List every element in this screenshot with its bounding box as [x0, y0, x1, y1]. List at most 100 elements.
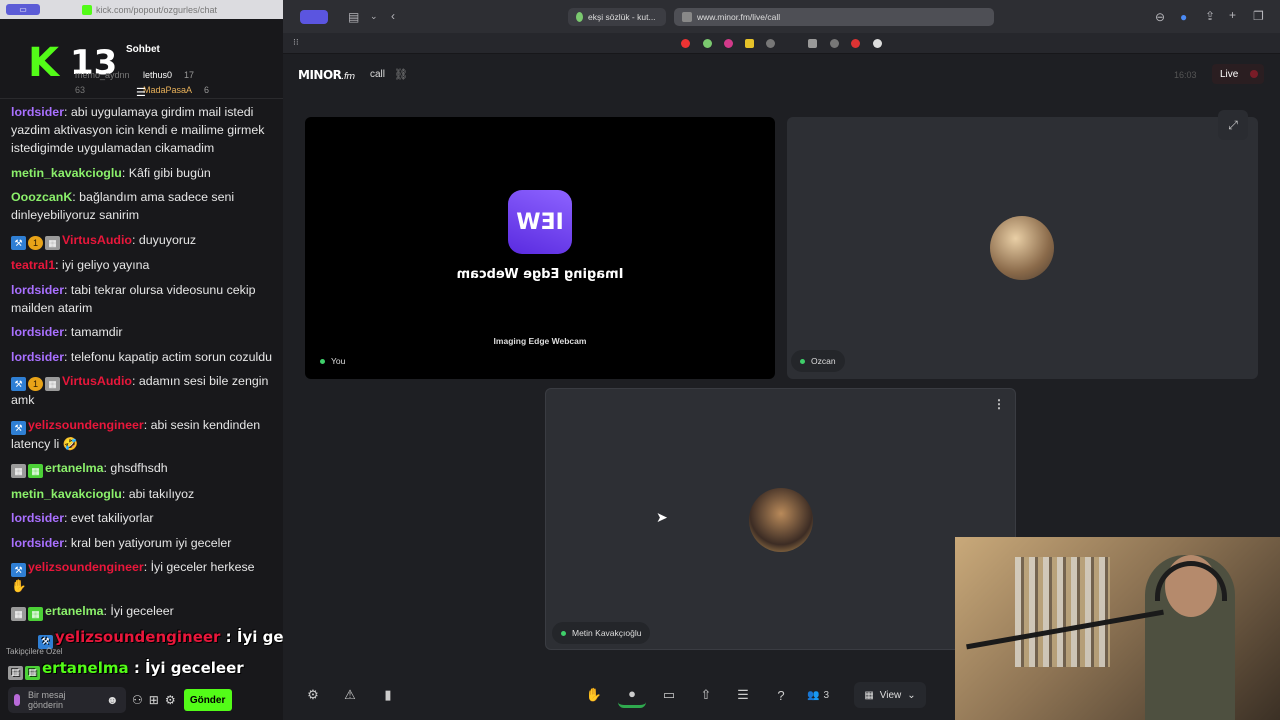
chat-icon[interactable]: ☰: [729, 682, 757, 708]
chat-username[interactable]: VirtusAudio: [62, 233, 132, 247]
youtube-bookmark-icon[interactable]: [681, 39, 690, 48]
browser-sidebar-button[interactable]: [300, 10, 328, 24]
more-options-icon[interactable]: ⋮: [993, 397, 1005, 411]
streamer-webcam: [955, 537, 1280, 720]
chat-username[interactable]: lordsider: [11, 536, 64, 550]
copy-link-icon[interactable]: ⛓: [394, 68, 408, 81]
send-button[interactable]: Gönder: [183, 689, 232, 711]
chat-username[interactable]: yelizsoundengineer: [28, 560, 144, 574]
chat-username[interactable]: lordsider: [11, 350, 64, 364]
warning-icon[interactable]: ⚠: [336, 682, 364, 708]
room-name: call: [370, 69, 386, 80]
chat-username[interactable]: lordsider: [11, 511, 64, 525]
fullscreen-expand-icon[interactable]: ⤢: [1218, 110, 1248, 140]
bookshelf-background: [1015, 557, 1110, 667]
bookmark-icon[interactable]: [851, 39, 860, 48]
chat-username[interactable]: VirtusAudio: [62, 374, 132, 388]
instagram-bookmark-icon[interactable]: [724, 39, 733, 48]
chat-username[interactable]: yelizsoundengineer: [28, 418, 144, 432]
view-layout-button[interactable]: ▦ View ⌄: [854, 682, 926, 708]
globe-bookmark-icon[interactable]: [830, 39, 839, 48]
emoji-icon[interactable]: ☻: [106, 694, 119, 706]
chevron-down-icon: ⌄: [907, 689, 916, 701]
chat-username[interactable]: metin_kavakcioglu: [11, 166, 122, 180]
chat-username[interactable]: ertanelma: [45, 604, 104, 618]
chat-url-bar[interactable]: kick.com/popout/ozgurles/chat: [82, 4, 217, 15]
download-icon[interactable]: ⊖: [1155, 10, 1165, 24]
active-dot-icon: [320, 358, 325, 364]
video-tile-ozcan[interactable]: Ozcan: [787, 117, 1258, 379]
back-arrow-icon[interactable]: ‹: [391, 9, 395, 23]
help-icon[interactable]: ?: [767, 682, 795, 708]
chat-username[interactable]: lordsider: [11, 325, 64, 339]
bookmark-icon[interactable]: [873, 39, 882, 48]
chevron-down-icon[interactable]: ⌄: [370, 11, 378, 22]
top-user-name[interactable]: MadaPasaA: [143, 85, 192, 95]
grid-icon: ▦: [864, 689, 874, 701]
new-tab-icon[interactable]: +: [1229, 8, 1236, 22]
active-dot-icon: [561, 630, 566, 636]
mic-icon[interactable]: [14, 694, 20, 706]
share-icon[interactable]: ⇪: [1205, 9, 1215, 23]
chat-username[interactable]: ertanelma: [45, 461, 104, 475]
chat-text: : kral ben yatiyorum iyi geceler: [64, 535, 232, 550]
expand-supporters-icon[interactable]: ☰: [136, 86, 146, 99]
gift-badge-icon: ▦: [45, 377, 60, 391]
raise-hand-icon[interactable]: ✋: [580, 682, 608, 708]
gift-badge-icon: ▦: [11, 606, 26, 621]
tab-eksi[interactable]: ekşi sözlük - kut...: [568, 8, 666, 26]
chat-text: : İyi geceleer: [103, 603, 174, 618]
globe-bookmark-icon[interactable]: [766, 39, 775, 48]
chat-message-input[interactable]: Bir mesaj gönderin ☻: [8, 687, 126, 713]
avatar: [990, 216, 1054, 280]
chat-username[interactable]: lordsider: [11, 105, 64, 119]
top-user-count: 6: [204, 85, 210, 95]
extension-icon[interactable]: ●: [1180, 10, 1187, 24]
minor-logo[interactable]: MINOR.fm: [298, 68, 355, 82]
participant-name: Metin Kavakçıoğlu: [572, 628, 642, 638]
chat-username[interactable]: OoozcanK: [11, 190, 72, 204]
chat-username[interactable]: lordsider: [11, 283, 64, 297]
chat-username[interactable]: metin_kavakcioglu: [11, 487, 122, 501]
chat-text: : telefonu kapatip actim sorun cozuldu: [64, 349, 273, 364]
bookmark-icon[interactable]: [745, 39, 754, 48]
screen-share-icon[interactable]: ⇧: [692, 682, 720, 708]
gift-icon[interactable]: ⊞: [149, 693, 159, 707]
settings-gear-icon[interactable]: ⚙: [299, 682, 327, 708]
video-tile-metin[interactable]: ⋮ Metin Kavakçıoğlu: [545, 388, 1016, 650]
mouse-cursor-icon: ➤: [656, 509, 668, 525]
chat-text: : Kâfi gibi bugün: [121, 165, 211, 180]
browser-toolbar: ▤ ⌄ ‹ ekşi sözlük - kut... www.minor.fm/…: [283, 0, 1280, 33]
participant-count: 3: [823, 689, 830, 701]
sidebar-layout-icon[interactable]: ▤: [348, 10, 359, 24]
chat-text: : iyi geliyo yayına: [55, 258, 150, 272]
chat-username[interactable]: teatral1: [11, 258, 55, 272]
sword-badge-icon: ⚒: [11, 563, 26, 577]
video-tile-you[interactable]: IEW Imaging Edge Webcam Imaging Edge Web…: [305, 117, 775, 379]
gift-badge-icon: ▦: [45, 235, 60, 250]
participants-button[interactable]: 👥 3: [807, 682, 829, 708]
overlay-message: ▦ ▦ ertanelma : İyi geceleer: [8, 659, 244, 680]
top-user-count: 17: [184, 70, 195, 80]
eksi-bookmark-icon[interactable]: [703, 39, 712, 48]
minor-favicon-icon: [682, 12, 692, 22]
chat-message-list: lordsider: abi uygulamaya girdim mail is…: [11, 103, 273, 627]
microphone-button[interactable]: ●: [618, 682, 646, 708]
sidebar-toggle-icon[interactable]: ▭: [6, 4, 40, 15]
signal-stats-icon[interactable]: ▮: [374, 682, 402, 708]
top-user-name[interactable]: memo_aydnn: [75, 70, 137, 80]
live-button[interactable]: Live: [1212, 64, 1264, 84]
tab-overview-icon[interactable]: ❐: [1253, 9, 1264, 23]
camera-icon[interactable]: ▭: [655, 682, 683, 708]
tab-minor-call[interactable]: www.minor.fm/live/call: [674, 8, 994, 26]
emote-picker-icon[interactable]: ⚇: [132, 693, 143, 707]
overlay-username: yelizsoundengineer: [55, 628, 221, 646]
settings-gear-icon[interactable]: ⚙: [165, 693, 176, 707]
grid-apps-icon[interactable]: ⁝⁝: [293, 37, 299, 48]
top-user-name[interactable]: lethus0: [143, 70, 172, 80]
chat-title: Sohbet: [126, 44, 160, 55]
gift-badge-icon: ▦: [11, 464, 26, 478]
avatar: [749, 488, 813, 552]
tab-title: ekşi sözlük - kut...: [588, 12, 656, 22]
bookmark-icon[interactable]: [808, 39, 817, 48]
